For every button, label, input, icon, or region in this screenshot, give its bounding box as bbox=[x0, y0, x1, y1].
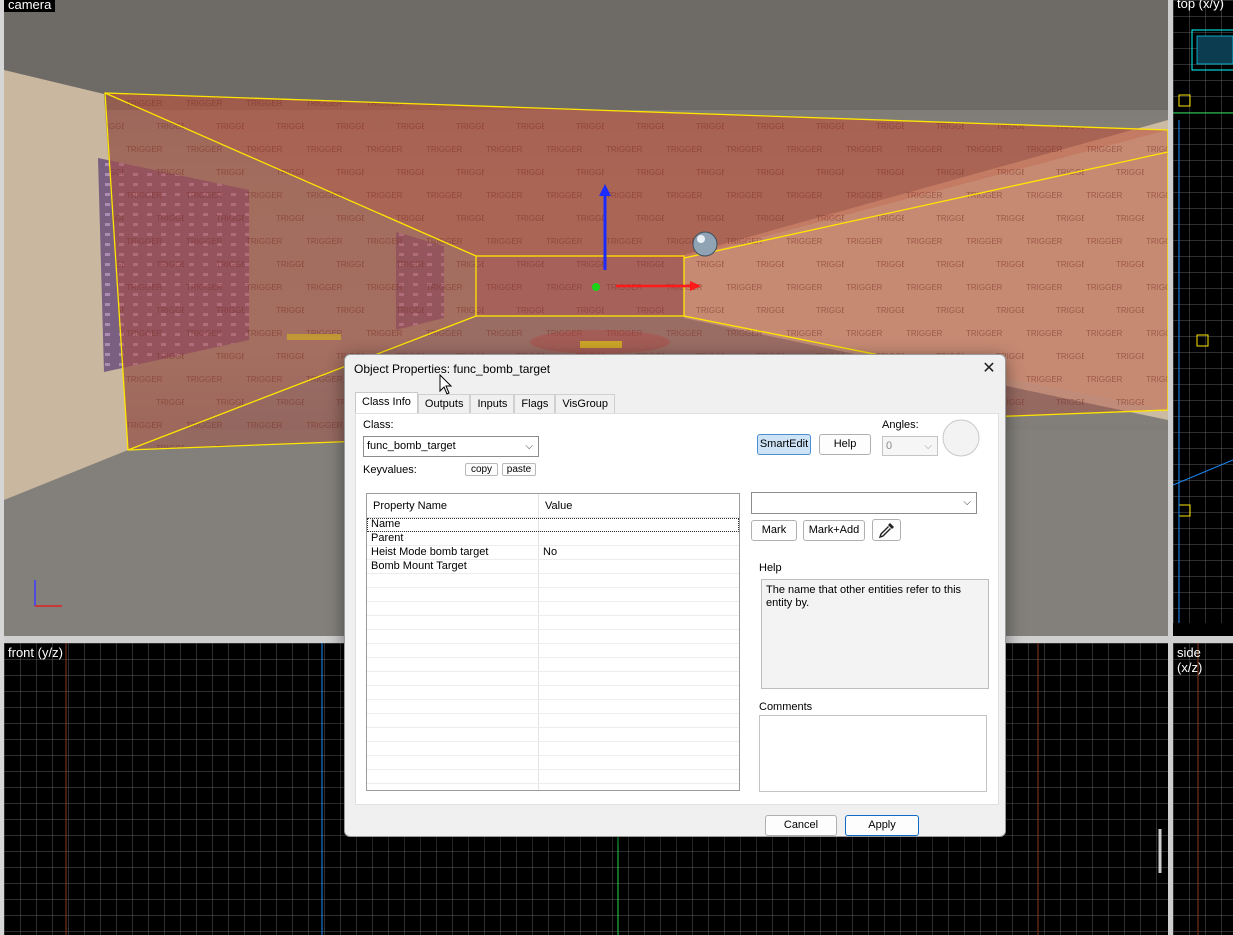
paste-button[interactable]: paste bbox=[502, 463, 536, 476]
table-row-empty bbox=[367, 756, 739, 770]
table-row-empty bbox=[367, 742, 739, 756]
column-header-property-name[interactable]: Property Name bbox=[367, 494, 539, 517]
tab-outputs[interactable]: Outputs bbox=[417, 394, 471, 414]
keyvalues-table[interactable]: Property Name Value Name Parent Heist Mo… bbox=[366, 493, 740, 791]
camera-viewport-label: camera bbox=[4, 0, 56, 12]
table-row[interactable]: Name bbox=[367, 518, 739, 532]
side-viewport-geometry bbox=[1197, 643, 1199, 935]
table-row-empty bbox=[367, 686, 739, 700]
help-section-label: Help bbox=[759, 562, 782, 574]
property-name: Parent bbox=[367, 532, 539, 545]
object-properties-dialog[interactable]: Object Properties: func_bomb_target ✕ Cl… bbox=[344, 354, 1006, 837]
property-value bbox=[539, 560, 739, 573]
angles-combo[interactable]: 0 ⌵ bbox=[882, 436, 938, 456]
property-value bbox=[539, 532, 739, 545]
side-viewport[interactable]: side (x/z) bbox=[1173, 643, 1233, 935]
property-name: Heist Mode bomb target bbox=[367, 546, 539, 559]
table-row-empty bbox=[367, 616, 739, 630]
column-header-value[interactable]: Value bbox=[539, 494, 739, 517]
table-row-empty bbox=[367, 630, 739, 644]
tab-visgroup[interactable]: VisGroup bbox=[555, 394, 615, 414]
tab-flags[interactable]: Flags bbox=[514, 394, 556, 414]
dialog-tabs: Class Info Outputs Inputs Flags VisGroup bbox=[355, 392, 615, 414]
keyvalues-label: Keyvalues: bbox=[363, 464, 417, 476]
table-row-empty bbox=[367, 728, 739, 742]
property-value: No bbox=[543, 546, 558, 558]
smartedit-button[interactable]: SmartEdit bbox=[757, 434, 811, 455]
table-row-empty bbox=[367, 700, 739, 714]
class-label: Class: bbox=[363, 419, 394, 431]
table-row-empty bbox=[367, 770, 739, 784]
help-text-box: The name that other entities refer to th… bbox=[761, 579, 989, 689]
copy-button[interactable]: copy bbox=[465, 463, 498, 476]
table-row[interactable]: Parent bbox=[367, 532, 739, 546]
table-header: Property Name Value bbox=[367, 494, 739, 518]
table-row-empty bbox=[367, 672, 739, 686]
mark-button[interactable]: Mark bbox=[751, 520, 797, 541]
apply-button[interactable]: Apply bbox=[845, 815, 919, 836]
chevron-down-icon: ⌵ bbox=[963, 497, 971, 508]
top-viewport-geometry bbox=[1173, 29, 1233, 623]
tab-class-info[interactable]: Class Info bbox=[355, 392, 418, 414]
table-row-empty bbox=[367, 714, 739, 728]
table-row-empty bbox=[367, 784, 739, 790]
cancel-button[interactable]: Cancel bbox=[765, 815, 837, 836]
angle-dial[interactable] bbox=[941, 418, 981, 458]
table-row[interactable]: Bomb Mount Target bbox=[367, 560, 739, 574]
class-select[interactable]: func_bomb_target ⌵ bbox=[363, 436, 539, 457]
chevron-down-icon: ⌵ bbox=[924, 441, 932, 452]
tab-inputs[interactable]: Inputs bbox=[470, 394, 515, 414]
value-select[interactable]: ⌵ bbox=[751, 492, 977, 514]
mark-add-button[interactable]: Mark+Add bbox=[803, 520, 865, 541]
mouse-cursor-icon bbox=[439, 374, 453, 395]
top-viewport-label: top (x/y) bbox=[1177, 0, 1224, 11]
eyedropper-icon bbox=[878, 523, 894, 539]
comments-label: Comments bbox=[759, 701, 813, 713]
table-row-empty bbox=[367, 574, 739, 588]
comments-textarea[interactable] bbox=[759, 715, 987, 792]
table-row-empty bbox=[367, 602, 739, 616]
close-icon[interactable]: ✕ bbox=[979, 359, 999, 379]
class-select-value: func_bomb_target bbox=[367, 440, 456, 452]
table-row-empty bbox=[367, 644, 739, 658]
table-row-empty bbox=[367, 658, 739, 672]
angles-value: 0 bbox=[886, 440, 893, 452]
table-row-empty bbox=[367, 588, 739, 602]
front-viewport-label: front (y/z) bbox=[8, 645, 63, 660]
table-row[interactable]: Heist Mode bomb target No bbox=[367, 546, 739, 560]
chevron-down-icon: ⌵ bbox=[525, 441, 533, 452]
property-name: Name bbox=[367, 518, 539, 531]
help-button[interactable]: Help bbox=[819, 434, 871, 455]
property-name: Bomb Mount Target bbox=[367, 560, 539, 573]
side-viewport-label: side (x/z) bbox=[1177, 645, 1203, 675]
property-value bbox=[539, 518, 739, 531]
top-viewport[interactable]: top (x/y) bbox=[1173, 0, 1233, 623]
eyedropper-button[interactable] bbox=[872, 519, 901, 541]
angles-label: Angles: bbox=[882, 419, 919, 431]
